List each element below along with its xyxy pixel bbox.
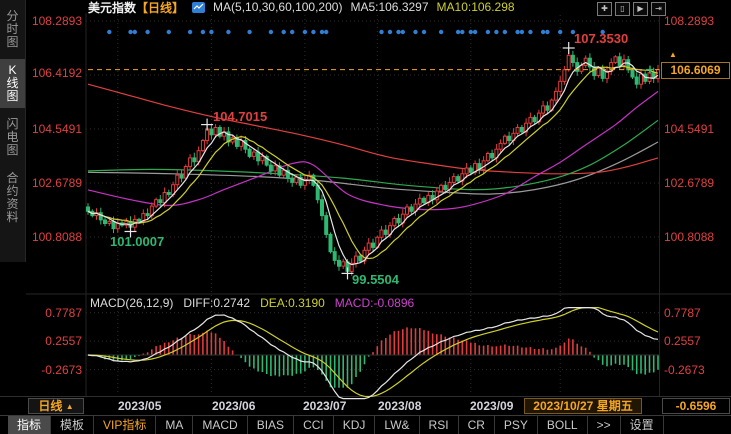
date-tick: 2023/05 (118, 399, 162, 413)
tab-more[interactable]: >> (588, 416, 621, 434)
macd-bottom-tick-badge: -0.6596 (662, 398, 730, 414)
tab-kdj[interactable]: KDJ (334, 416, 376, 434)
price-up-arrow-icon: ▲ (669, 50, 677, 59)
main-chart-canvas[interactable] (0, 0, 731, 434)
price-tick-left: 106.4192 (31, 66, 82, 80)
chevron-up-icon: ▲ (65, 402, 74, 411)
tab-cci[interactable]: CCI (294, 416, 334, 434)
tab-settings[interactable]: 设置 (621, 416, 664, 434)
macd-tick-right: 0.7787 (664, 306, 701, 320)
macd-tick-right: -0.2673 (664, 363, 705, 377)
time-axis-row: 日线 ▲ 2023/05 2023/06 2023/07 2023/08 202… (0, 398, 731, 414)
sidebar: 分时图 K线图 闪电图 合约资料 (0, 0, 26, 262)
crosshair-icon[interactable]: ✚ (597, 2, 612, 16)
chart-tool-icons: ✚ ▯ ▶ ⇥ (597, 2, 666, 16)
annotation-low-jul: 99.5504 (352, 272, 399, 287)
current-price-badge: 106.6069 (661, 62, 730, 79)
chart-header: 美元指数【日线】 MA(5,10,30,60,100,200) MA5:106.… (88, 0, 515, 15)
annotation-high-may: 104.7015 (213, 109, 268, 124)
date-tick: 2023/06 (212, 399, 256, 413)
macd-tick-left: 0.7787 (45, 306, 82, 320)
trading-app-window: 分时图 K线图 闪电图 合约资料 美元指数【日线】 MA(5,10,30,60,… (0, 0, 731, 434)
current-date-badge: 2023/10/27 星期五 (524, 398, 642, 414)
tab-boll[interactable]: BOLL (538, 416, 588, 434)
tab-psy[interactable]: PSY (495, 416, 538, 434)
price-tick-left: 108.2893 (31, 14, 82, 28)
macd-value: MACD:-0.0896 (334, 296, 415, 310)
tab-rsi[interactable]: RSI (420, 416, 459, 434)
sidebar-item-time-chart[interactable]: 分时图 (0, 5, 25, 54)
tab-lwr[interactable]: LW& (375, 416, 420, 434)
tab-macd[interactable]: MACD (193, 416, 248, 434)
sidebar-item-contract-info[interactable]: 合约资料 (0, 167, 25, 229)
tab-cr[interactable]: CR (459, 416, 495, 434)
price-tick-right: 104.5491 (664, 122, 715, 136)
tab-vip-indicator[interactable]: VIP指标 (94, 416, 157, 434)
ma5-value: MA5:106.3297 (350, 0, 429, 14)
macd-params-label: MACD(26,12,9) (90, 296, 174, 310)
indicator-toolbar: 指标 模板 VIP指标 MA MACD BIAS CCI KDJ LW& RSI… (0, 415, 731, 434)
tab-indicator[interactable]: 指标 (8, 416, 52, 434)
annotation-high-oct: 107.3530 (574, 31, 629, 46)
macd-diff-value: DIFF:0.2742 (183, 296, 251, 310)
axis-range-icon[interactable]: ▯ (615, 2, 630, 16)
price-tick-left: 102.6789 (31, 176, 82, 190)
date-tick: 2023/07 (303, 399, 347, 413)
ma-params-label: MA(5,10,30,60,100,200) (213, 0, 343, 14)
price-tick-left: 104.5491 (31, 122, 82, 136)
symbol-title: 美元指数 (88, 0, 137, 15)
price-tick-left: 100.8088 (31, 230, 82, 244)
period-selector[interactable]: 日线 ▲ (28, 398, 84, 414)
date-tick: 2023/09 (470, 399, 514, 413)
sidebar-item-kline-chart[interactable]: K线图 (0, 59, 25, 108)
macd-tick-left: 0.2557 (45, 334, 82, 348)
kline-chart-icon (192, 1, 206, 13)
macd-tick-right: 0.2557 (664, 334, 701, 348)
price-tick-right: 108.2893 (664, 14, 715, 28)
price-tick-right: 102.6789 (664, 176, 715, 190)
tab-template[interactable]: 模板 (51, 416, 95, 434)
tab-ma[interactable]: MA (156, 416, 194, 434)
scroll-right-icon[interactable]: ▶ (633, 2, 648, 16)
period-tag: 【日线】 (136, 0, 185, 15)
ma10-value: MA10:106.298 (436, 0, 515, 14)
date-tick: 2023/08 (378, 399, 422, 413)
annotation-low-may: 101.0007 (110, 234, 165, 249)
macd-header: MACD(26,12,9) DIFF:0.2742 DEA:0.3190 MAC… (90, 296, 414, 310)
sidebar-item-lightning-chart[interactable]: 闪电图 (0, 113, 25, 162)
price-tick-right: 100.8088 (664, 230, 715, 244)
macd-tick-left: -0.2673 (41, 363, 82, 377)
tab-bias[interactable]: BIAS (248, 416, 295, 434)
macd-dea-value: DEA:0.3190 (260, 296, 325, 310)
